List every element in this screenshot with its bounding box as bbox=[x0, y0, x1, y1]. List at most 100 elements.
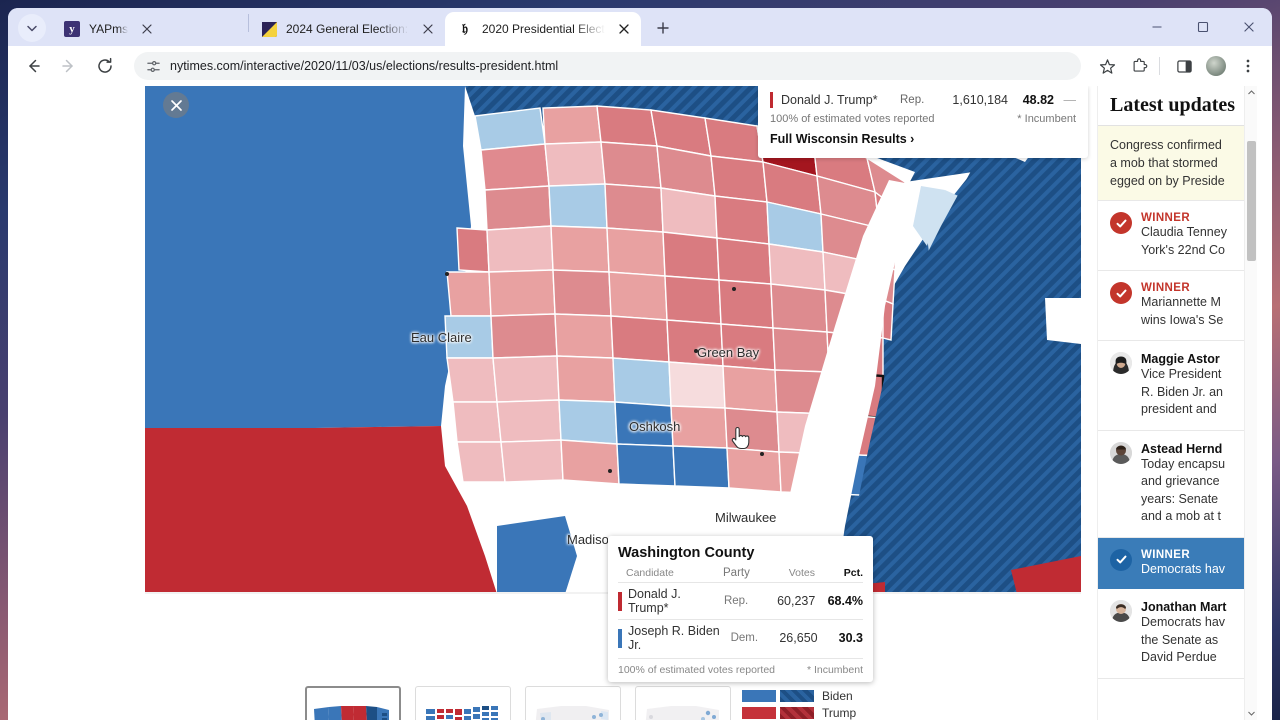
incumbent-note: * Incumbent bbox=[806, 664, 863, 676]
legend-swatch-trump-flip bbox=[780, 707, 814, 719]
party-color-bar bbox=[618, 628, 622, 648]
update-line: David Perdue bbox=[1141, 650, 1217, 665]
election-results-map[interactable]: Eau Claire Green Bay Oshkosh Madison Mil… bbox=[145, 86, 1081, 594]
tab-close-button[interactable] bbox=[138, 20, 156, 38]
legend-row-biden: Biden bbox=[742, 689, 862, 703]
browser-menu-button[interactable] bbox=[1234, 52, 1262, 80]
city-label-oshkosh: Oshkosh bbox=[629, 419, 681, 434]
city-label-eau-claire: Eau Claire bbox=[411, 330, 472, 345]
thumbnail-electoral-votes[interactable] bbox=[415, 686, 511, 720]
sidebar-update-item[interactable]: Jonathan Mart Democrats hav the Senate a… bbox=[1098, 589, 1257, 679]
scroll-up-arrow-icon[interactable] bbox=[1245, 86, 1257, 99]
candidate-party: Rep. bbox=[723, 595, 749, 607]
sidebar-update-item-highlighted[interactable]: WINNER Democrats hav bbox=[1098, 537, 1257, 590]
close-icon bbox=[423, 24, 433, 34]
map-view-electoral-votes[interactable]: Electoral votes bbox=[415, 686, 511, 720]
browser-toolbar: nytimes.com/interactive/2020/11/03/us/el… bbox=[8, 46, 1272, 86]
url-text: nytimes.com/interactive/2020/11/03/us/el… bbox=[170, 59, 559, 73]
chevron-down-icon bbox=[27, 25, 37, 32]
browser-tab-2020-results[interactable]: 𝔥 2020 Presidential Election Resu bbox=[445, 12, 641, 46]
tab-close-button[interactable] bbox=[419, 20, 437, 38]
maximize-button[interactable] bbox=[1180, 10, 1226, 44]
address-bar[interactable]: nytimes.com/interactive/2020/11/03/us/el… bbox=[134, 52, 1081, 80]
sidebar-scrollbar[interactable] bbox=[1244, 86, 1257, 720]
sidebar-note: Congress confirmed a mob that stormed eg… bbox=[1098, 126, 1257, 202]
update-line: R. Biden Jr. an bbox=[1141, 384, 1223, 399]
new-tab-button[interactable] bbox=[649, 14, 677, 42]
page-viewport: Eau Claire Green Bay Oshkosh Madison Mil… bbox=[8, 86, 1272, 720]
back-button[interactable] bbox=[18, 51, 48, 81]
candidate-votes: 60,237 bbox=[777, 594, 816, 608]
results-footer: 100% of estimated votes reported * Incum… bbox=[770, 113, 1076, 125]
close-icon bbox=[1244, 22, 1254, 32]
forward-arrow-icon bbox=[62, 59, 73, 73]
thumbnail-shift-from-2016[interactable] bbox=[635, 686, 731, 720]
close-icon bbox=[142, 24, 152, 34]
tab-title: 2024 General Election: Trump v bbox=[286, 22, 409, 36]
thumbnail-size-of-lead[interactable] bbox=[525, 686, 621, 720]
update-line: Democrats hav bbox=[1141, 615, 1226, 630]
full-state-results-link[interactable]: Full Wisconsin Results › bbox=[770, 132, 1076, 146]
back-arrow-icon bbox=[29, 59, 40, 73]
site-settings-icon[interactable] bbox=[142, 55, 164, 77]
browser-tab-yapms[interactable]: y YAPms bbox=[52, 12, 248, 46]
author-name: Maggie Astor bbox=[1141, 352, 1220, 367]
maximize-icon bbox=[1197, 21, 1209, 33]
tab-close-button[interactable] bbox=[615, 20, 633, 38]
sidebar-update-item[interactable]: Astead Hernd Today encapsu and grievance… bbox=[1098, 431, 1257, 538]
state-results-card: Donald J. Trump* Rep. 1,610,184 48.82 — … bbox=[758, 86, 1088, 158]
winner-label: WINNER bbox=[1141, 282, 1191, 295]
minimize-button[interactable] bbox=[1134, 10, 1180, 44]
city-label-green-bay: Green Bay bbox=[697, 345, 760, 360]
scroll-down-arrow-icon[interactable] bbox=[1245, 707, 1257, 720]
three-dot-menu-icon bbox=[1246, 59, 1250, 73]
candidate-pct: 68.4% bbox=[827, 594, 864, 608]
results-dash: — bbox=[1063, 93, 1077, 107]
map-legend: Biden Trump Win Flip bbox=[742, 689, 862, 720]
sidebar-update-item[interactable]: WINNER Mariannette M wins Iowa's Se bbox=[1098, 271, 1257, 342]
party-color-bar bbox=[618, 591, 622, 611]
winner-check-icon bbox=[1110, 548, 1132, 571]
avatar bbox=[1110, 352, 1132, 375]
reload-button[interactable] bbox=[90, 51, 120, 81]
sidebar-update-item[interactable]: Maggie Astor Vice President R. Biden Jr.… bbox=[1098, 341, 1257, 431]
us-map-shift-icon bbox=[645, 706, 719, 720]
sidebar-update-item[interactable]: WINNER Claudia Tenney York's 22nd Co bbox=[1098, 201, 1257, 272]
candidate-pct: 30.3 bbox=[838, 631, 863, 645]
header-votes: Votes bbox=[788, 567, 815, 579]
tab-search-button[interactable] bbox=[18, 14, 46, 42]
candidate-pct: 48.82 bbox=[1022, 93, 1054, 107]
forward-button[interactable] bbox=[54, 51, 84, 81]
map-graphic bbox=[145, 86, 1081, 594]
extensions-button[interactable] bbox=[1125, 52, 1153, 80]
update-line: York's 22nd Co bbox=[1141, 242, 1225, 257]
side-panel-button[interactable] bbox=[1170, 52, 1198, 80]
header-pct: Pct. bbox=[843, 567, 863, 579]
map-view-thumbnails: By winner bbox=[305, 686, 731, 720]
city-label-milwaukee: Milwaukee bbox=[715, 510, 777, 525]
scrollbar-thumb[interactable] bbox=[1247, 141, 1256, 261]
bookmark-button[interactable] bbox=[1093, 52, 1121, 80]
us-map-size-of-lead-icon bbox=[535, 706, 609, 720]
winner-check-icon bbox=[1110, 282, 1132, 305]
close-window-button[interactable] bbox=[1226, 10, 1272, 44]
nytimes-icon: 𝔥 bbox=[462, 21, 468, 36]
candidate-name: Joseph R. Biden Jr. bbox=[628, 624, 720, 652]
browser-tab-2024-election[interactable]: 2024 General Election: Trump v bbox=[249, 12, 445, 46]
update-line: president and bbox=[1141, 402, 1217, 417]
map-close-button[interactable] bbox=[163, 92, 189, 118]
minimize-icon bbox=[1152, 26, 1162, 28]
profile-button[interactable] bbox=[1202, 52, 1230, 80]
map-view-size-of-lead[interactable]: Size of lead bbox=[525, 686, 621, 720]
reported-text: 100% of estimated votes reported bbox=[618, 664, 776, 676]
thumbnail-by-winner[interactable] bbox=[305, 686, 401, 720]
tab-title: YAPms bbox=[89, 22, 129, 36]
legend-label-trump: Trump bbox=[822, 706, 857, 720]
update-line: and grievance bbox=[1141, 474, 1220, 489]
update-line: Today encapsu bbox=[1141, 456, 1226, 471]
map-view-shift-2016[interactable]: Shift from 2016 bbox=[635, 686, 731, 720]
results-row: Donald J. Trump* Rep. 1,610,184 48.82 — bbox=[770, 92, 1076, 108]
map-view-by-winner[interactable]: By winner bbox=[305, 686, 401, 720]
city-dot-madison bbox=[608, 469, 612, 473]
author-name: Astead Hernd bbox=[1141, 441, 1223, 456]
